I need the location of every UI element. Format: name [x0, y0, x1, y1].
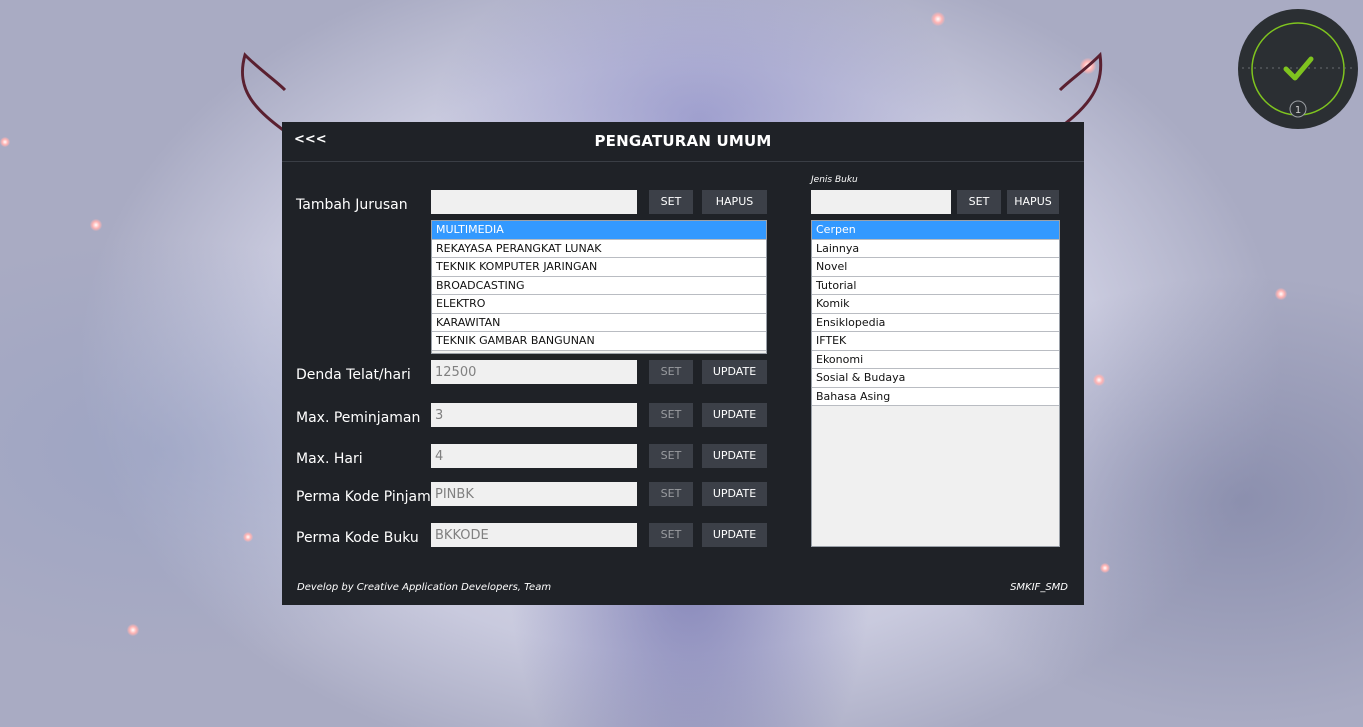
checkmark-icon: [1283, 56, 1314, 81]
footer-brand: SMKIF_SMD: [1010, 582, 1068, 593]
denda-set-button[interactable]: SET: [649, 360, 693, 384]
list-item[interactable]: TEKNIK KOMPUTER JARINGAN: [432, 258, 766, 277]
page-title: PENGATURAN UMUM: [594, 132, 772, 150]
list-item[interactable]: Sosial & Budaya: [812, 369, 1059, 388]
max-hari-set-button[interactable]: SET: [649, 444, 693, 468]
jenis-buku-label: Jenis Buku: [811, 175, 858, 185]
list-item[interactable]: MULTIMEDIA: [432, 221, 766, 240]
background-sparkle: [0, 137, 10, 147]
list-item[interactable]: Cerpen: [812, 221, 1059, 240]
list-item[interactable]: IFTEK: [812, 332, 1059, 351]
list-item[interactable]: Komik: [812, 295, 1059, 314]
perma-kode-pinjam-set-button[interactable]: SET: [649, 482, 693, 506]
max-peminjaman-label: Max. Peminjaman: [296, 410, 421, 426]
background-sparkle: [931, 12, 945, 26]
jenis-buku-set-button[interactable]: SET: [957, 190, 1001, 214]
jurusan-list[interactable]: MULTIMEDIA REKAYASA PERANGKAT LUNAK TEKN…: [431, 220, 767, 354]
background-sparkle: [243, 532, 253, 542]
max-peminjaman-input[interactable]: [431, 403, 637, 427]
list-item[interactable]: KARAWITAN: [432, 313, 766, 332]
perma-kode-buku-label: Perma Kode Buku: [296, 530, 419, 546]
perma-kode-pinjam-label: Perma Kode Pinjam: [296, 489, 431, 505]
background-sparkle: [1275, 288, 1287, 300]
footer-credit: Develop by Creative Application Develope…: [297, 582, 552, 593]
list-item[interactable]: Tutorial: [812, 276, 1059, 295]
list-item[interactable]: ELEKTRO: [432, 295, 766, 314]
settings-panel: <<< PENGATURAN UMUM Tambah Jurusan SET H…: [282, 122, 1084, 605]
jurusan-set-button[interactable]: SET: [649, 190, 693, 214]
list-item[interactable]: TEKNIK GAMBAR BANGUNAN: [432, 332, 766, 351]
max-hari-input[interactable]: [431, 444, 637, 468]
list-item[interactable]: BROADCASTING: [432, 276, 766, 295]
max-peminjaman-update-button[interactable]: UPDATE: [702, 403, 767, 427]
status-widget[interactable]: 1: [1238, 9, 1358, 129]
max-hari-update-button[interactable]: UPDATE: [702, 444, 767, 468]
list-item[interactable]: Ensiklopedia: [812, 313, 1059, 332]
jenis-buku-input[interactable]: [811, 190, 951, 214]
background-sparkle: [90, 219, 102, 231]
jurusan-hapus-button[interactable]: HAPUS: [702, 190, 767, 214]
jenis-buku-list[interactable]: Cerpen Lainnya Novel Tutorial Komik Ensi…: [811, 220, 1060, 547]
jurusan-input[interactable]: [431, 190, 637, 214]
jurusan-label: Tambah Jurusan: [296, 197, 408, 213]
perma-kode-buku-update-button[interactable]: UPDATE: [702, 523, 767, 547]
max-peminjaman-set-button[interactable]: SET: [649, 403, 693, 427]
denda-input[interactable]: [431, 360, 637, 384]
jenis-buku-hapus-button[interactable]: HAPUS: [1007, 190, 1059, 214]
list-item[interactable]: Ekonomi: [812, 350, 1059, 369]
count-badge-text: 1: [1295, 105, 1301, 116]
denda-update-button[interactable]: UPDATE: [702, 360, 767, 384]
list-item[interactable]: REKAYASA PERANGKAT LUNAK: [432, 239, 766, 258]
perma-kode-pinjam-update-button[interactable]: UPDATE: [702, 482, 767, 506]
perma-kode-buku-set-button[interactable]: SET: [649, 523, 693, 547]
panel-header: <<< PENGATURAN UMUM: [282, 122, 1084, 162]
background-sparkle: [1093, 374, 1105, 386]
perma-kode-pinjam-input[interactable]: [431, 482, 637, 506]
background-sparkle: [127, 624, 139, 636]
max-hari-label: Max. Hari: [296, 451, 363, 467]
perma-kode-buku-input[interactable]: [431, 523, 637, 547]
list-item[interactable]: Lainnya: [812, 239, 1059, 258]
list-item[interactable]: Novel: [812, 258, 1059, 277]
background-sparkle: [1100, 563, 1110, 573]
list-item[interactable]: Bahasa Asing: [812, 387, 1059, 406]
denda-label: Denda Telat/hari: [296, 367, 411, 383]
